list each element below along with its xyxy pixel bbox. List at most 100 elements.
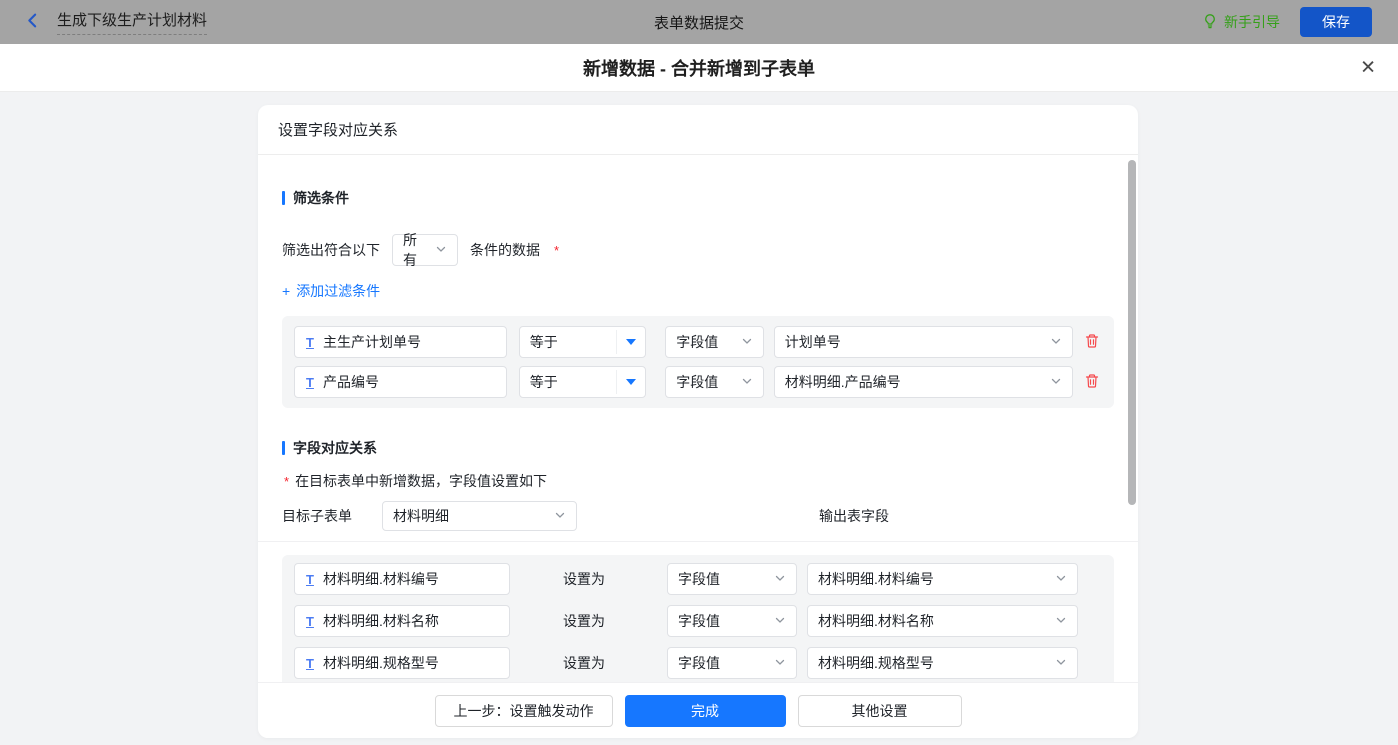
required-asterisk: *	[284, 474, 289, 489]
scrollbar-thumb[interactable]	[1128, 160, 1136, 505]
compare-value: 计划单号	[785, 332, 841, 352]
mapping-hint-text: 在目标表单中新增数据，字段值设置如下	[295, 471, 547, 491]
topbar-right: 新手引导 保存	[1202, 7, 1398, 37]
target-field-value: 材料明细.材料名称	[323, 611, 439, 631]
mapping-hint-row: * 在目标表单中新增数据，字段值设置如下	[282, 471, 1114, 491]
back-button[interactable]	[24, 12, 41, 32]
text-field-icon: T	[306, 336, 314, 349]
triangle-down-icon	[626, 339, 636, 345]
filter-row: T 产品编号 等于 字段值 材料明细.产品编号	[294, 366, 1102, 398]
set-to-label: 设置为	[563, 653, 667, 673]
match-mode-select[interactable]: 所有	[392, 234, 458, 266]
delete-condition-button[interactable]	[1082, 371, 1102, 394]
chevron-down-icon	[1050, 334, 1062, 350]
chevron-down-icon	[1055, 613, 1067, 629]
target-subform-label: 目标子表单	[282, 506, 352, 526]
text-field-icon: T	[306, 657, 314, 670]
filter-field-value: 产品编号	[323, 372, 379, 392]
filter-conditions-group: T 主生产计划单号 等于 字段值 计划单号	[282, 316, 1114, 408]
card-content: 筛选条件 筛选出符合以下 所有 条件的数据 * + 添加过滤条件 T 主生产计划…	[258, 156, 1138, 682]
source-field-value: 材料明细.规格型号	[818, 653, 934, 673]
chevron-down-icon	[774, 613, 786, 629]
chevron-down-icon	[774, 655, 786, 671]
set-to-label: 设置为	[563, 569, 667, 589]
filter-field-select[interactable]: T 产品编号	[294, 366, 507, 398]
source-field-select[interactable]: 材料明细.材料编号	[807, 563, 1078, 595]
filter-intro-prefix: 筛选出符合以下	[282, 240, 380, 260]
chevron-down-icon	[1055, 571, 1067, 587]
field-mapping-group: T 材料明细.材料编号 设置为 字段值 材料明细.材料编号	[282, 555, 1114, 682]
divider	[258, 541, 1138, 542]
topbar-left: 生成下级生产计划材料	[0, 9, 207, 35]
filter-intro-suffix: 条件的数据	[470, 240, 540, 260]
card-title: 设置字段对应关系	[258, 105, 1138, 155]
target-field-select[interactable]: T 材料明细.材料名称	[294, 605, 510, 637]
target-field-select[interactable]: T 材料明细.规格型号	[294, 647, 510, 679]
trash-icon	[1084, 373, 1100, 392]
value-type-select[interactable]: 字段值	[667, 647, 797, 679]
text-field-icon: T	[306, 376, 314, 389]
target-subform-row: 目标子表单 材料明细 输出表字段	[282, 501, 1114, 531]
value-type-value: 字段值	[676, 372, 718, 392]
match-mode-value: 所有	[403, 230, 429, 270]
previous-step-button[interactable]: 上一步：设置触发动作	[435, 695, 613, 727]
delete-condition-button[interactable]	[1082, 331, 1102, 354]
workflow-name[interactable]: 生成下级生产计划材料	[57, 9, 207, 35]
set-to-label: 设置为	[563, 611, 667, 631]
chevron-down-icon	[741, 374, 753, 390]
target-subform-value: 材料明细	[393, 506, 449, 526]
target-subform-select[interactable]: 材料明细	[382, 501, 577, 531]
operator-value: 等于	[530, 332, 558, 352]
card-footer: 上一步：设置触发动作 完成 其他设置	[258, 682, 1138, 738]
beginner-guide-button[interactable]: 新手引导	[1202, 12, 1280, 32]
filter-section-heading: 筛选条件	[282, 188, 1114, 208]
dialog-title: 新增数据 - 合并新增到子表单	[583, 55, 815, 81]
chevron-left-icon	[24, 12, 41, 32]
source-field-value: 材料明细.材料编号	[818, 569, 934, 589]
mapping-section-heading: 字段对应关系	[282, 438, 1114, 458]
filter-field-value: 主生产计划单号	[323, 332, 421, 352]
beginner-guide-label: 新手引导	[1224, 12, 1280, 32]
operator-dropdown-arrow[interactable]	[616, 370, 645, 394]
plus-icon: +	[282, 283, 290, 299]
add-filter-button[interactable]: + 添加过滤条件	[282, 281, 380, 301]
text-field-icon: T	[306, 573, 314, 586]
value-type-select[interactable]: 字段值	[667, 563, 797, 595]
settings-card: 设置字段对应关系 筛选条件 筛选出符合以下 所有 条件的数据 * + 添加过滤条…	[258, 105, 1138, 738]
trash-icon	[1084, 333, 1100, 352]
filter-field-select[interactable]: T 主生产计划单号	[294, 326, 507, 358]
operator-dropdown-arrow[interactable]	[616, 330, 645, 354]
close-icon[interactable]: ✕	[1360, 58, 1376, 77]
value-type-select[interactable]: 字段值	[667, 605, 797, 637]
done-button[interactable]: 完成	[625, 695, 786, 727]
output-fields-header: 输出表字段	[819, 506, 889, 526]
chevron-down-icon	[554, 508, 566, 524]
compare-value-select[interactable]: 材料明细.产品编号	[774, 366, 1073, 398]
filter-section-title: 筛选条件	[293, 188, 349, 208]
required-asterisk: *	[554, 243, 559, 258]
add-filter-label: 添加过滤条件	[296, 281, 380, 301]
mapping-section-title: 字段对应关系	[293, 438, 377, 458]
source-field-value: 材料明细.材料名称	[818, 611, 934, 631]
target-field-value: 材料明细.规格型号	[323, 653, 439, 673]
chevron-down-icon	[741, 334, 753, 350]
operator-select[interactable]: 等于	[519, 366, 646, 398]
compare-value-select[interactable]: 计划单号	[774, 326, 1073, 358]
save-button[interactable]: 保存	[1300, 7, 1372, 37]
target-field-select[interactable]: T 材料明细.材料编号	[294, 563, 510, 595]
operator-select[interactable]: 等于	[519, 326, 646, 358]
chevron-down-icon	[435, 242, 447, 258]
other-settings-button[interactable]: 其他设置	[798, 695, 962, 727]
section-accent-bar	[282, 441, 285, 455]
source-field-select[interactable]: 材料明细.材料名称	[807, 605, 1078, 637]
value-type-select[interactable]: 字段值	[665, 366, 764, 398]
source-field-select[interactable]: 材料明细.规格型号	[807, 647, 1078, 679]
chevron-down-icon	[1055, 655, 1067, 671]
topbar: 生成下级生产计划材料 表单数据提交 新手引导 保存	[0, 0, 1398, 44]
filter-intro-row: 筛选出符合以下 所有 条件的数据 *	[282, 234, 1114, 266]
target-field-value: 材料明细.材料编号	[323, 569, 439, 589]
dialog-header: 新增数据 - 合并新增到子表单 ✕	[0, 44, 1398, 92]
value-type-select[interactable]: 字段值	[665, 326, 764, 358]
compare-value: 材料明细.产品编号	[785, 372, 901, 392]
triangle-down-icon	[626, 379, 636, 385]
